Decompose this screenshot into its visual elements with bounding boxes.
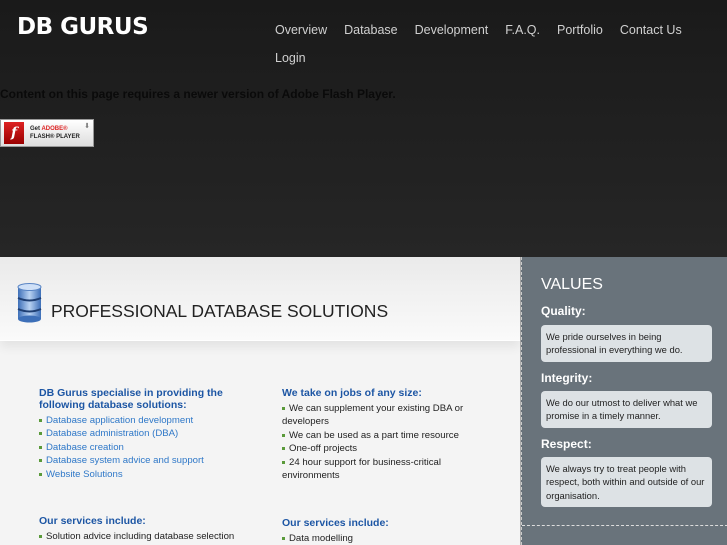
flash-message: Content on this page requires a newer ve… (0, 87, 396, 101)
services-section: Our services include: Solution advice in… (39, 515, 259, 543)
list-item: Solution advice including database selec… (39, 530, 259, 543)
values-title: VALUES (541, 276, 603, 293)
jobs-heading: We take on jobs of any size: (282, 387, 422, 399)
solution-link[interactable]: Website Solutions (39, 468, 239, 481)
badge-get: Get (30, 126, 41, 132)
value-label: Quality: (541, 304, 586, 318)
value-label: Respect: (541, 437, 592, 451)
value-description: We always try to treat people with respe… (541, 457, 712, 507)
list-item: We can supplement your existing DBA or d… (282, 402, 482, 429)
download-icon: ⬇ (84, 123, 90, 130)
flash-icon: f (4, 122, 24, 144)
header: DB GURUS Overview Database Development F… (0, 0, 727, 257)
services-heading: Our services include: (39, 515, 146, 527)
badge-player: FLASH® PLAYER (30, 134, 80, 140)
solution-link[interactable]: Database creation (39, 441, 239, 454)
nav-overview[interactable]: Overview (275, 22, 327, 38)
solutions-heading: DB Gurus specialise in providing the fol… (39, 387, 223, 411)
values-panel: VALUES Quality: We pride ourselves in be… (521, 257, 727, 545)
services-section-2: Our services include: Data modelling (282, 517, 482, 545)
nav-database[interactable]: Database (344, 22, 398, 38)
title-band: PROFESSIONAL DATABASE SOLUTIONS (0, 257, 520, 341)
list-item: Data modelling (282, 532, 482, 545)
divider (522, 525, 727, 526)
list-item: One-off projects (282, 442, 482, 455)
get-flash-player-button[interactable]: f Get ADOBE® FLASH® PLAYER ⬇ (0, 119, 94, 147)
logo[interactable]: DB GURUS (17, 14, 149, 40)
main-nav: Overview Database Development F.A.Q. Por… (275, 22, 695, 66)
nav-faq[interactable]: F.A.Q. (505, 22, 540, 38)
database-icon (17, 283, 42, 323)
value-description: We do our utmost to deliver what we prom… (541, 391, 712, 428)
solution-link[interactable]: Database application development (39, 414, 239, 427)
nav-contact-us[interactable]: Contact Us (620, 22, 682, 38)
solutions-section: DB Gurus specialise in providing the fol… (39, 387, 239, 481)
nav-portfolio[interactable]: Portfolio (557, 22, 603, 38)
page-title: PROFESSIONAL DATABASE SOLUTIONS (51, 301, 389, 321)
nav-development[interactable]: Development (415, 22, 489, 38)
value-description: We pride ourselves in being professional… (541, 325, 712, 362)
list-item: We can be used as a part time resource (282, 429, 482, 442)
nav-login[interactable]: Login (275, 50, 306, 66)
jobs-section: We take on jobs of any size: We can supp… (282, 387, 482, 482)
list-item: 24 hour support for business-critical en… (282, 456, 482, 483)
value-label: Integrity: (541, 371, 593, 385)
solution-link[interactable]: Database administration (DBA) (39, 427, 239, 440)
services-heading: Our services include: (282, 517, 389, 529)
main-content: PROFESSIONAL DATABASE SOLUTIONS DB Gurus… (0, 257, 521, 545)
badge-adobe: ADOBE® (41, 126, 68, 132)
solution-link[interactable]: Database system advice and support (39, 454, 239, 467)
